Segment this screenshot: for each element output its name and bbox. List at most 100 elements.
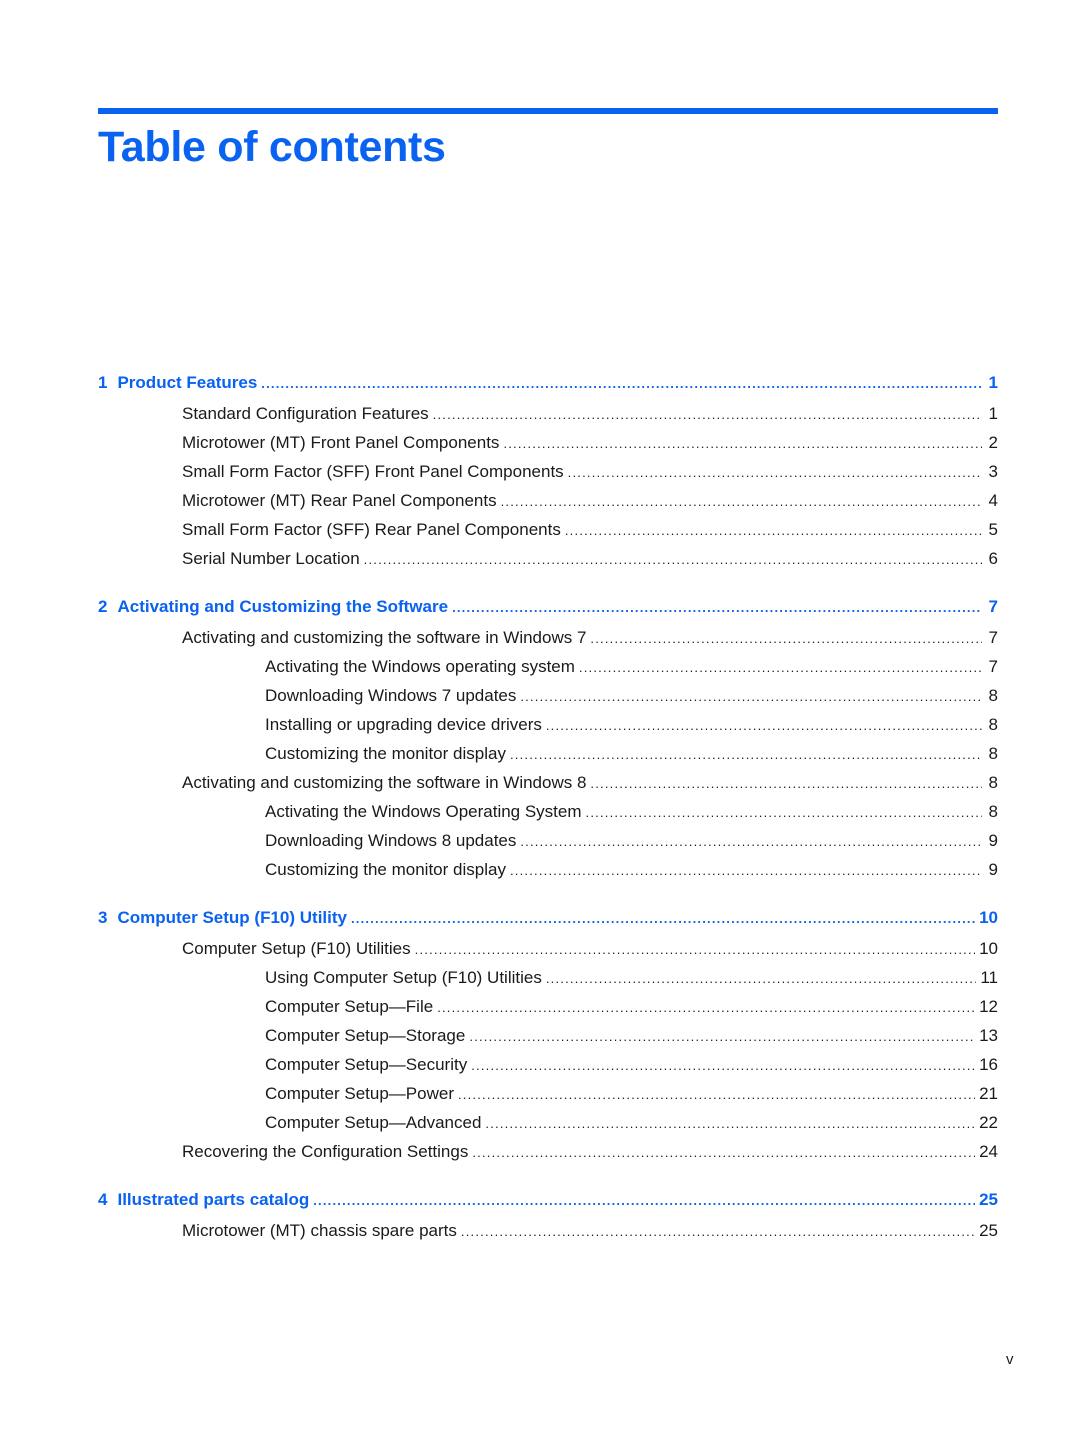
- dot-leader: [415, 939, 975, 961]
- toc-entry[interactable]: Small Form Factor (SFF) Rear Panel Compo…: [98, 519, 998, 548]
- page-number: 6: [988, 549, 998, 568]
- dot-leader: [485, 1113, 975, 1135]
- toc-chapter-entry[interactable]: 1 Product Features 1: [98, 372, 998, 403]
- toc-chapter-entry[interactable]: 2 Activating and Customizing the Software…: [98, 596, 998, 627]
- dot-leader: [586, 802, 982, 824]
- dot-leader: [452, 597, 982, 619]
- toc-entry[interactable]: Activating and customizing the software …: [98, 772, 998, 801]
- dot-leader: [469, 1026, 975, 1048]
- dot-leader: [501, 491, 982, 513]
- page-number: 10: [979, 908, 998, 927]
- chapter-2: 2 Activating and Customizing the Software…: [98, 596, 998, 888]
- entry-title: Microtower (MT) Front Panel Components: [182, 433, 500, 452]
- dot-leader: [351, 908, 975, 930]
- toc-entry[interactable]: Computer Setup—Power 21: [98, 1083, 998, 1112]
- dot-leader: [261, 373, 982, 395]
- dot-leader: [520, 686, 982, 708]
- dot-leader: [503, 433, 982, 455]
- chapter-number: 1: [98, 373, 108, 392]
- dot-leader: [546, 968, 977, 990]
- page-number: 7: [988, 657, 998, 676]
- chapter-title: Computer Setup (F10) Utility: [117, 908, 347, 927]
- dot-leader: [590, 773, 982, 795]
- entry-title: Activating the Windows Operating System: [265, 802, 582, 821]
- dot-leader: [565, 520, 982, 542]
- page-folio: v: [1006, 1351, 1014, 1368]
- dot-leader: [364, 549, 982, 571]
- entry-title: Computer Setup—Security: [265, 1055, 468, 1074]
- entry-title: Using Computer Setup (F10) Utilities: [265, 968, 542, 987]
- page-number: 1: [988, 404, 998, 423]
- toc-entry[interactable]: Computer Setup—Storage 13: [98, 1025, 998, 1054]
- dot-leader: [458, 1084, 975, 1106]
- page-title: Table of contents: [98, 123, 446, 171]
- toc-entry[interactable]: Using Computer Setup (F10) Utilities 11: [98, 967, 998, 996]
- toc-entry[interactable]: Microtower (MT) Rear Panel Components 4: [98, 490, 998, 519]
- entry-title: Downloading Windows 7 updates: [265, 686, 517, 705]
- entry-title: Standard Configuration Features: [182, 404, 429, 423]
- page-number: 25: [979, 1190, 998, 1209]
- toc-entry[interactable]: Computer Setup—Security 16: [98, 1054, 998, 1083]
- chapter-number: 4: [98, 1190, 108, 1209]
- toc-entry[interactable]: Small Form Factor (SFF) Front Panel Comp…: [98, 461, 998, 490]
- entry-title: Computer Setup—Storage: [265, 1026, 466, 1045]
- entry-title: Computer Setup—File: [265, 997, 434, 1016]
- page-number: 4: [988, 491, 998, 510]
- page-number: 8: [988, 802, 998, 821]
- toc-entry[interactable]: Customizing the monitor display 9: [98, 859, 998, 888]
- toc-entry[interactable]: Recovering the Configuration Settings 24: [98, 1141, 998, 1170]
- page-number: 7: [988, 597, 998, 616]
- page-number: 7: [988, 628, 998, 647]
- toc-entry[interactable]: Downloading Windows 8 updates 9: [98, 830, 998, 859]
- toc-entry[interactable]: Microtower (MT) chassis spare parts 25: [98, 1220, 998, 1249]
- toc-entry[interactable]: Installing or upgrading device drivers 8: [98, 714, 998, 743]
- toc-entry[interactable]: Downloading Windows 7 updates 8: [98, 685, 998, 714]
- dot-leader: [471, 1055, 975, 1077]
- chapter-title: Illustrated parts catalog: [117, 1190, 310, 1209]
- dot-leader: [579, 657, 982, 679]
- entry-title: Microtower (MT) chassis spare parts: [182, 1221, 457, 1240]
- dot-leader: [461, 1221, 975, 1243]
- entry-title: Computer Setup—Power: [265, 1084, 454, 1103]
- dot-leader: [520, 831, 982, 853]
- toc-chapter-entry[interactable]: 3 Computer Setup (F10) Utility 10: [98, 907, 998, 938]
- toc-entry[interactable]: Customizing the monitor display 8: [98, 743, 998, 772]
- toc-entry[interactable]: Microtower (MT) Front Panel Components 2: [98, 432, 998, 461]
- page-number: 16: [979, 1055, 998, 1074]
- entry-title: Activating the Windows operating system: [265, 657, 575, 676]
- chapter-4: 4 Illustrated parts catalog 25 Microtower…: [98, 1189, 998, 1249]
- page-number: 3: [988, 462, 998, 481]
- entry-title: Computer Setup—Advanced: [265, 1113, 482, 1132]
- toc-entry[interactable]: Computer Setup—Advanced 22: [98, 1112, 998, 1141]
- dot-leader: [510, 744, 982, 766]
- toc-entry[interactable]: Serial Number Location 6: [98, 548, 998, 577]
- entry-title: Recovering the Configuration Settings: [182, 1142, 469, 1161]
- toc-entry[interactable]: Activating the Windows Operating System 8: [98, 801, 998, 830]
- entry-title: Activating and customizing the software …: [182, 773, 587, 792]
- page-number: 1: [988, 373, 998, 392]
- entry-title: Activating and customizing the software …: [182, 628, 587, 647]
- toc-entry[interactable]: Activating the Windows operating system 7: [98, 656, 998, 685]
- page-number: 9: [988, 860, 998, 879]
- chapter-3: 3 Computer Setup (F10) Utility 10 Compute…: [98, 907, 998, 1170]
- entry-title: Customizing the monitor display: [265, 744, 506, 763]
- chapter-title: Activating and Customizing the Software: [117, 597, 449, 616]
- toc-chapter-entry[interactable]: 4 Illustrated parts catalog 25: [98, 1189, 998, 1220]
- toc-entry[interactable]: Computer Setup—File 12: [98, 996, 998, 1025]
- entry-title: Installing or upgrading device drivers: [265, 715, 542, 734]
- dot-leader: [510, 860, 982, 882]
- page-number: 25: [979, 1221, 998, 1240]
- chapter-1: 1 Product Features 1 Standard Configurati…: [98, 372, 998, 577]
- toc-entry[interactable]: Computer Setup (F10) Utilities 10: [98, 938, 998, 967]
- page-number: 8: [988, 686, 998, 705]
- entry-title: Small Form Factor (SFF) Front Panel Comp…: [182, 462, 564, 481]
- dot-leader: [568, 462, 982, 484]
- page-number: 24: [979, 1142, 998, 1161]
- toc-entry[interactable]: Standard Configuration Features 1: [98, 403, 998, 432]
- page-number: 2: [988, 433, 998, 452]
- entry-title: Serial Number Location: [182, 549, 360, 568]
- toc-entry[interactable]: Activating and customizing the software …: [98, 627, 998, 656]
- title-rule: [98, 108, 998, 114]
- page-number: 9: [988, 831, 998, 850]
- page-number: 10: [979, 939, 998, 958]
